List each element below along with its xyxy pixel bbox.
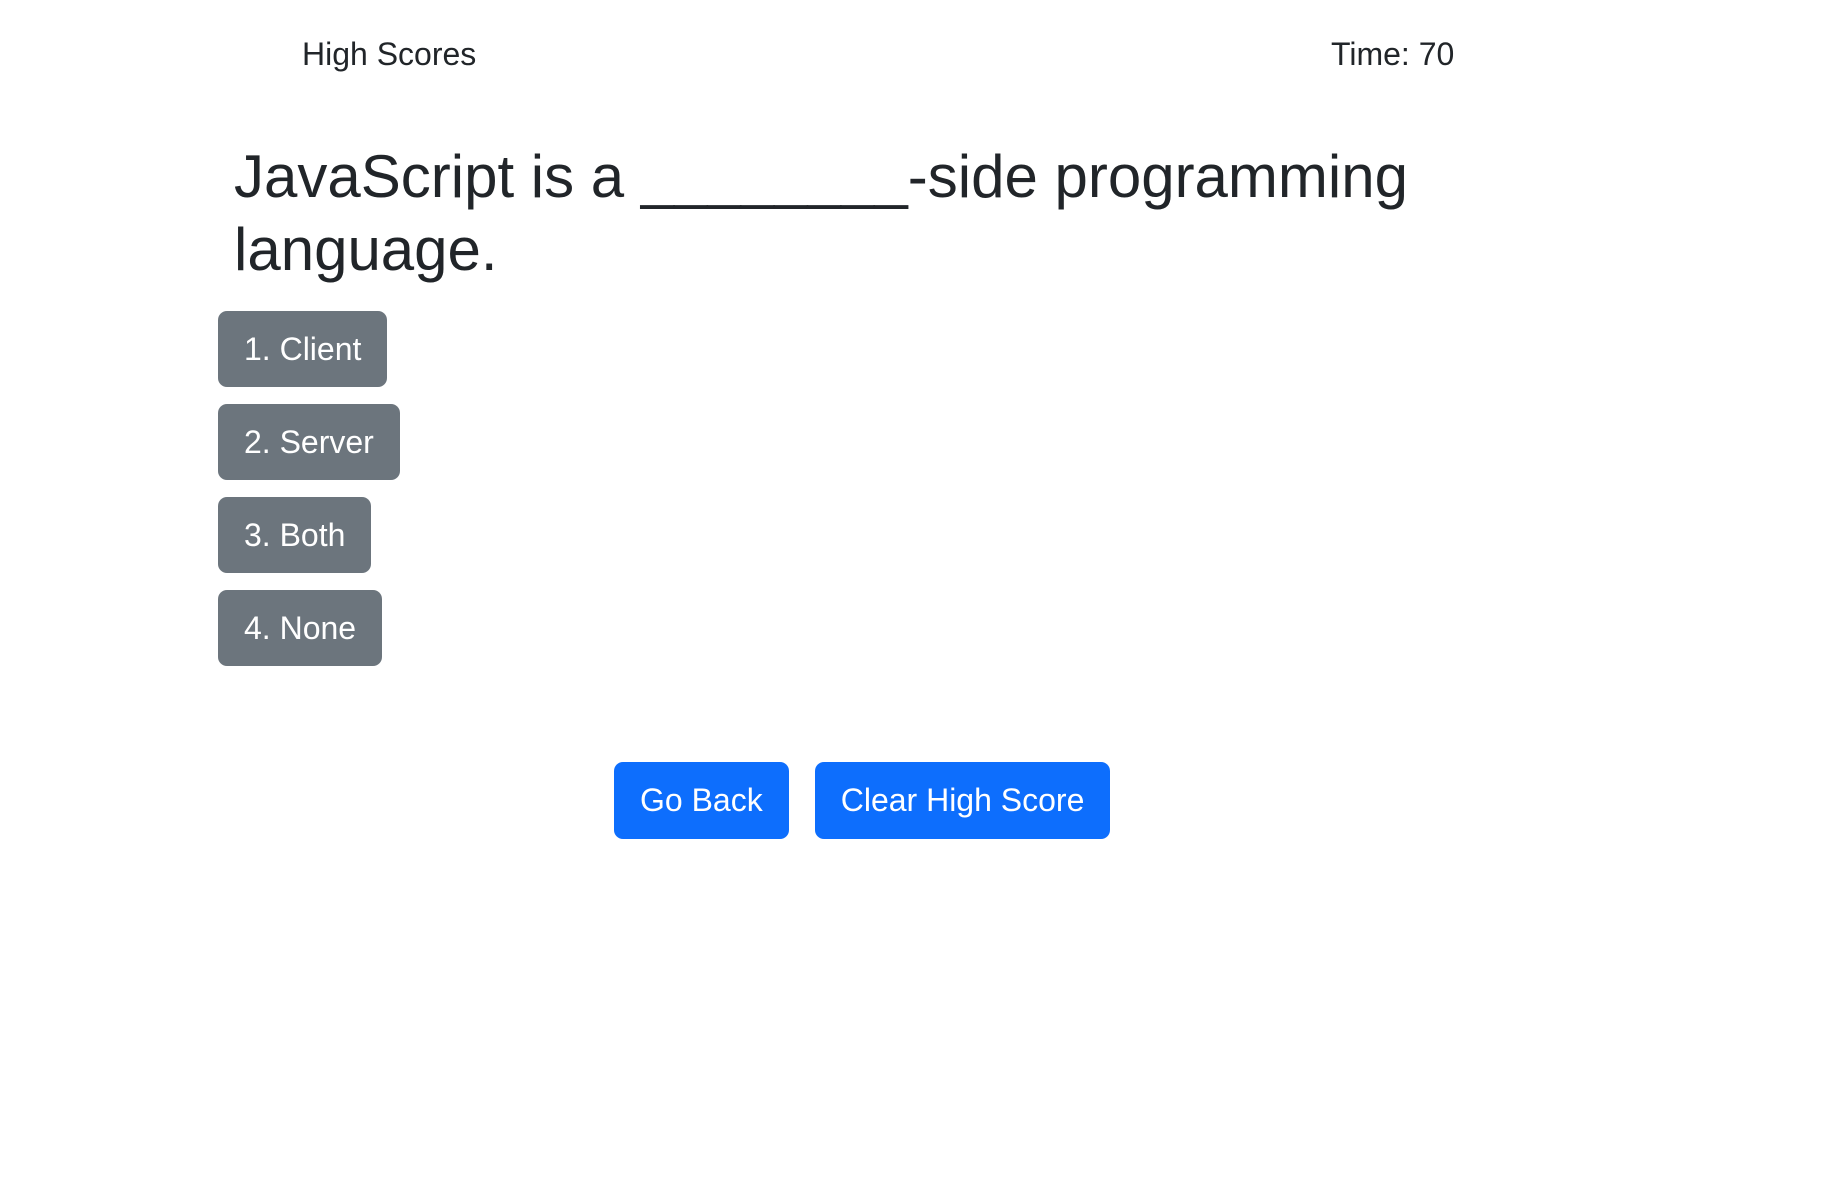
choice-button-4[interactable]: 4. None [218, 590, 383, 666]
clear-high-score-button[interactable]: Clear High Score [814, 762, 1111, 839]
choice-button-3[interactable]: 3. Both [218, 497, 372, 573]
go-back-button[interactable]: Go Back [614, 762, 789, 839]
choice-button-2[interactable]: 2. Server [218, 404, 400, 480]
high-scores-link[interactable]: High Scores [302, 34, 476, 74]
timer: Time: 70 [1331, 34, 1454, 74]
timer-label: Time: [1331, 36, 1410, 72]
footer-actions: Go Back Clear High Score [614, 762, 1111, 839]
choices-list: 1. Client 2. Server 3. Both 4. None [218, 311, 400, 683]
choice-button-1[interactable]: 1. Client [218, 311, 388, 387]
question-text: JavaScript is a ________-side programmin… [234, 143, 1408, 283]
header: High Scores Time: 70 [0, 0, 1826, 110]
timer-value: 70 [1418, 36, 1455, 72]
